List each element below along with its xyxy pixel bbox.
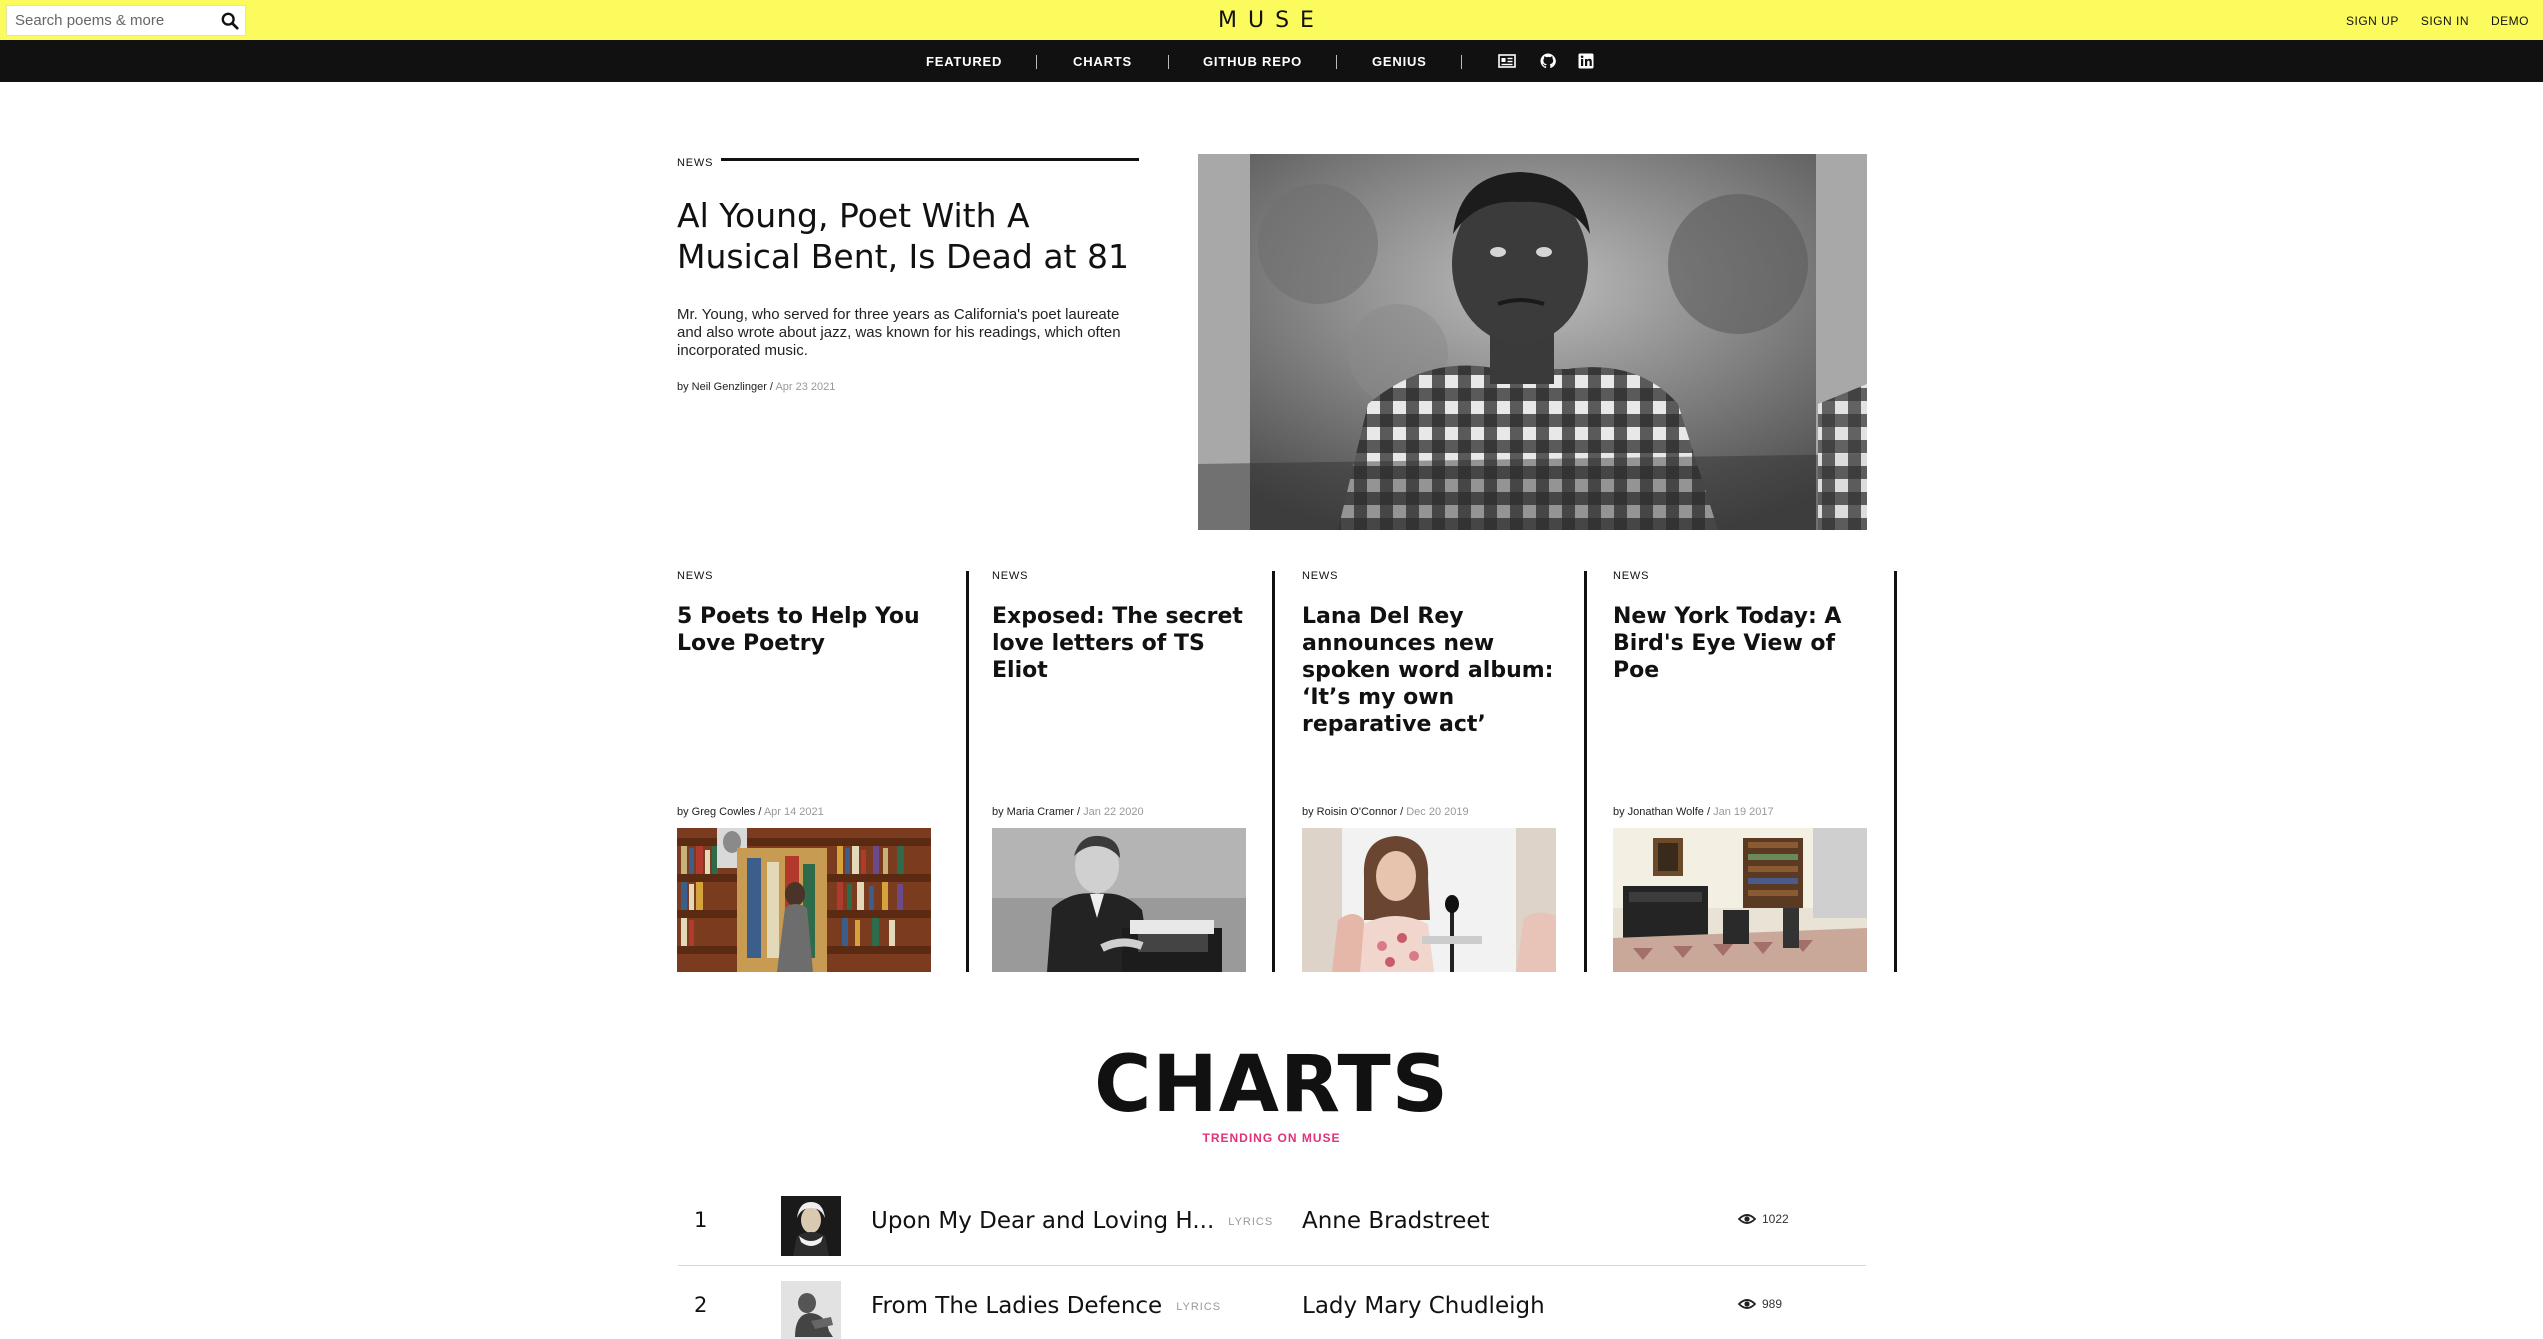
poem-title-text[interactable]: Upon My Dear and Loving H... (871, 1208, 1214, 1234)
nav-charts[interactable]: CHARTS (1073, 54, 1132, 69)
view-count-value: 989 (1762, 1297, 1783, 1311)
featured-title[interactable]: Al Young, Poet With A Musical Bent, Is D… (677, 195, 1147, 277)
main-nav: FEATURED CHARTS GITHUB REPO GENIUS (0, 40, 2543, 82)
article-date: Jan 19 2017 (1713, 806, 1774, 818)
chart-row[interactable]: 2 From The Ladies Defence LYRICS Lady Mar… (678, 1267, 1866, 1339)
view-count-value: 1022 (1762, 1212, 1789, 1226)
article-image[interactable] (1302, 828, 1556, 972)
column-divider (1584, 571, 1587, 972)
poem-thumbnail[interactable] (781, 1196, 841, 1256)
search-input[interactable] (7, 6, 212, 35)
column-divider (1894, 571, 1897, 972)
nav-separator (1036, 55, 1037, 69)
demo-link[interactable]: DEMO (2491, 14, 2529, 28)
article-image[interactable] (677, 828, 931, 972)
chart-row[interactable]: 1 Upon My Dear and Loving H... LYRICS Ann… (678, 1182, 1866, 1266)
column-divider (1272, 571, 1275, 972)
article-title[interactable]: 5 Poets to Help You Love Poetry (677, 603, 931, 657)
featured-author[interactable]: by Neil Genzlinger (677, 381, 767, 393)
featured-image[interactable] (1198, 154, 1867, 530)
linkedin-icon[interactable] (1577, 53, 1595, 69)
search-icon[interactable] (221, 12, 239, 30)
kicker-divider (721, 158, 1139, 161)
nav-separator (1336, 55, 1337, 69)
top-bar: MUSE SIGN UP SIGN IN DEMO (0, 0, 2543, 40)
sign-up-link[interactable]: SIGN UP (2346, 14, 2399, 28)
article-kicker: NEWS (1302, 570, 1339, 582)
article-image[interactable] (1613, 828, 1867, 972)
article-byline: by Greg Cowles / Apr 14 2021 (677, 806, 824, 818)
article-author[interactable]: by Maria Cramer (992, 806, 1074, 818)
lyrics-tag: LYRICS (1176, 1301, 1222, 1313)
featured-date: Apr 23 2021 (775, 381, 836, 393)
article-title[interactable]: New York Today: A Bird's Eye View of Poe (1613, 603, 1867, 684)
featured-byline: by Neil Genzlinger / Apr 23 2021 (677, 381, 836, 393)
featured-kicker-row: NEWS (677, 153, 1139, 169)
eye-icon (1738, 1299, 1756, 1309)
charts-subtitle: TRENDING ON MUSE (1202, 1131, 1341, 1145)
id-card-icon[interactable] (1498, 53, 1516, 69)
article-image[interactable] (992, 828, 1246, 972)
poet-name[interactable]: Anne Bradstreet (1302, 1208, 1490, 1234)
poem-title[interactable]: Upon My Dear and Loving H... LYRICS (871, 1208, 1273, 1234)
article-kicker: NEWS (992, 570, 1029, 582)
article-author[interactable]: by Jonathan Wolfe (1613, 806, 1704, 818)
featured-description: Mr. Young, who served for three years as… (677, 306, 1121, 359)
article-title[interactable]: Exposed: The secret love letters of TS E… (992, 603, 1246, 684)
article-date: Jan 22 2020 (1083, 806, 1144, 818)
search-box (6, 5, 246, 36)
article-author[interactable]: by Roisin O'Connor (1302, 806, 1397, 818)
article-byline: by Maria Cramer / Jan 22 2020 (992, 806, 1144, 818)
article-byline: by Roisin O'Connor / Dec 20 2019 (1302, 806, 1469, 818)
poet-name[interactable]: Lady Mary Chudleigh (1302, 1293, 1545, 1319)
nav-separator (1168, 55, 1169, 69)
sign-in-link[interactable]: SIGN IN (2421, 14, 2469, 28)
poem-thumbnail[interactable] (781, 1281, 841, 1339)
nav-genius[interactable]: GENIUS (1372, 54, 1427, 69)
site-logo[interactable]: MUSE (1218, 8, 1325, 33)
column-divider (966, 571, 969, 972)
poem-title[interactable]: From The Ladies Defence LYRICS (871, 1293, 1221, 1319)
article-title[interactable]: Lana Del Rey announces new spoken word a… (1302, 603, 1556, 738)
poem-title-text[interactable]: From The Ladies Defence (871, 1293, 1162, 1319)
nav-separator (1461, 55, 1462, 69)
article-card[interactable]: NEWS 5 Poets to Help You Love Poetry by … (677, 570, 931, 972)
article-date: Dec 20 2019 (1406, 806, 1469, 818)
article-author[interactable]: by Greg Cowles (677, 806, 755, 818)
featured-kicker: NEWS (677, 157, 714, 169)
charts-heading: CHARTS (1094, 1040, 1449, 1130)
article-kicker: NEWS (1613, 570, 1650, 582)
github-icon[interactable] (1539, 53, 1557, 69)
article-card[interactable]: NEWS New York Today: A Bird's Eye View o… (1613, 570, 1867, 972)
article-card[interactable]: NEWS Exposed: The secret love letters of… (992, 570, 1246, 972)
lyrics-tag: LYRICS (1228, 1216, 1274, 1228)
article-byline: by Jonathan Wolfe / Jan 19 2017 (1613, 806, 1774, 818)
view-count: 989 (1738, 1297, 1782, 1311)
chart-rank: 2 (694, 1293, 708, 1317)
article-date: Apr 14 2021 (763, 806, 824, 818)
nav-featured[interactable]: FEATURED (926, 54, 1002, 69)
article-kicker: NEWS (677, 570, 714, 582)
chart-rank: 1 (694, 1208, 708, 1232)
view-count: 1022 (1738, 1212, 1789, 1226)
eye-icon (1738, 1214, 1756, 1224)
article-card[interactable]: NEWS Lana Del Rey announces new spoken w… (1302, 570, 1556, 972)
account-links: SIGN UP SIGN IN DEMO (2346, 14, 2529, 28)
nav-github-repo[interactable]: GITHUB REPO (1203, 54, 1302, 69)
